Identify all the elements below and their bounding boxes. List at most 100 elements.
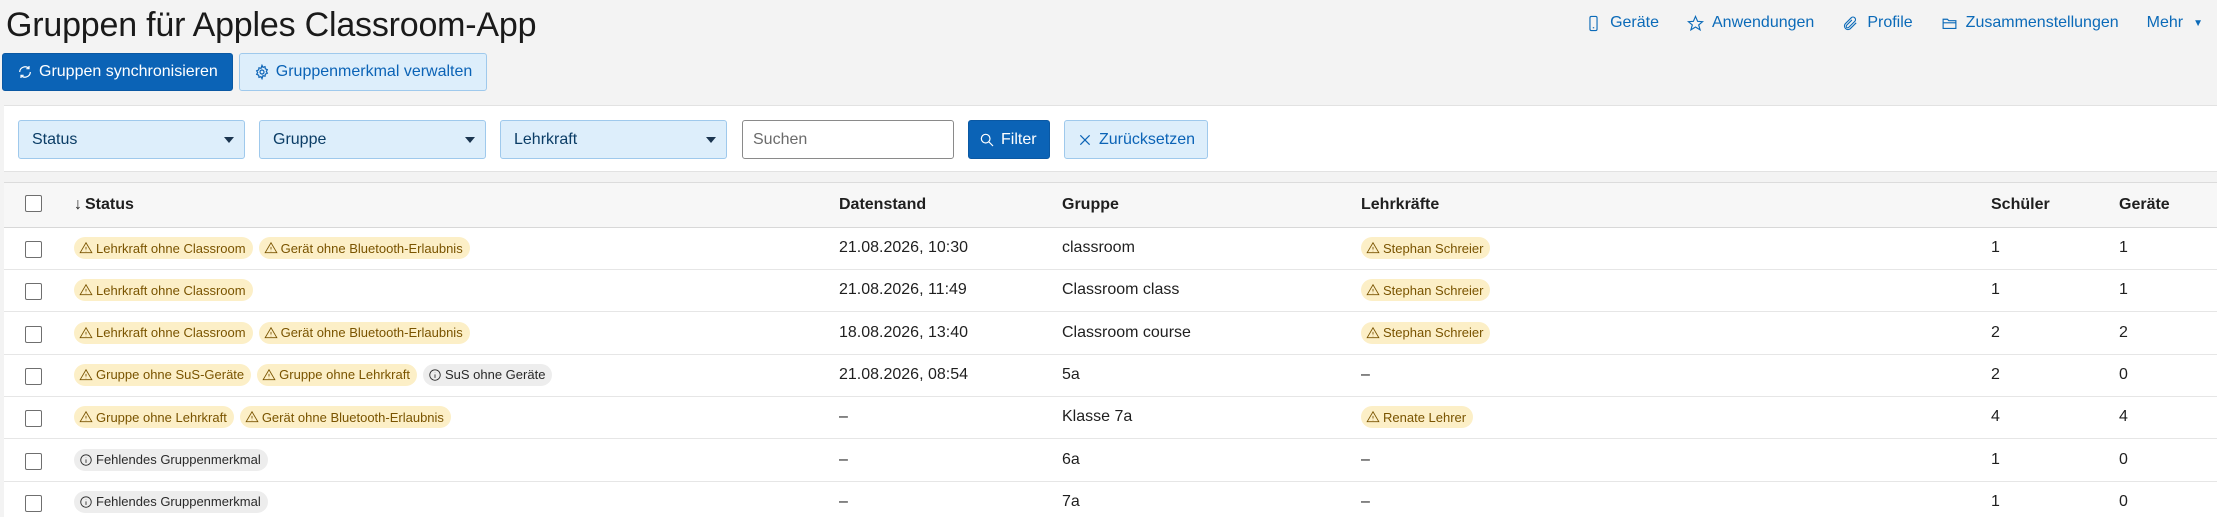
manage-group-attribute-label: Gruppenmerkmal verwalten <box>275 63 473 80</box>
page-title: Gruppen für Apples Classroom-App <box>6 6 537 44</box>
status-badge: Lehrkraft ohne Classroom <box>74 237 253 259</box>
warning-icon <box>1366 326 1380 340</box>
status-badges: Fehlendes Gruppenmerkmal <box>74 490 268 513</box>
teacher-select[interactable]: Lehrkraft <box>500 120 727 159</box>
phone-icon <box>1589 15 1598 31</box>
nav-devices[interactable]: Geräte <box>1585 14 1659 32</box>
star-icon <box>1687 14 1704 31</box>
warning-icon <box>79 368 93 382</box>
table-row[interactable]: Fehlendes Gruppenmerkmal – 7a – 1 0 <box>4 482 2217 517</box>
status-badge-text: Gerät ohne Bluetooth-Erlaubnis <box>261 409 444 425</box>
schueler-cell: 1 <box>1991 492 2000 510</box>
row-checkbox[interactable] <box>25 283 42 301</box>
action-bar: Gruppen synchronisieren Gruppenmerkmal v… <box>2 53 488 91</box>
geraete-cell: 0 <box>2119 365 2128 383</box>
nav-apps-label: Anwendungen <box>1712 14 1815 31</box>
status-badge: Gruppe ohne Lehrkraft <box>74 406 234 429</box>
geraete-cell: 0 <box>2119 492 2128 510</box>
row-checkbox[interactable] <box>25 494 42 512</box>
reset-button[interactable]: Zurücksetzen <box>1064 120 1208 159</box>
nav-compositions-label: Zusammenstellungen <box>1965 14 2119 31</box>
geraete-cell: 0 <box>2119 450 2128 468</box>
nav-apps[interactable]: Anwendungen <box>1687 14 1814 32</box>
nav-compositions[interactable]: Zusammenstellungen <box>1941 14 2119 32</box>
sort-arrow-down-icon: ↓ <box>74 196 82 213</box>
table-row[interactable]: Gruppe ohne Lehrkraft Gerät ohne Bluetoot… <box>4 397 2217 440</box>
status-badge-text: Gruppe ohne Lehrkraft <box>96 409 227 425</box>
status-select[interactable]: Status <box>18 120 245 159</box>
caret-down-icon <box>706 137 716 143</box>
filter-bar: Status Gruppe Lehrkraft Filter Zurückset… <box>4 105 2217 172</box>
teacher-name: Stephan Schreier <box>1383 325 1484 341</box>
info-icon <box>79 453 93 467</box>
teacher-badge: Stephan Schreier <box>1361 321 1491 344</box>
row-checkbox[interactable] <box>25 241 42 258</box>
column-header-lehrkraefte[interactable]: Lehrkräfte <box>1361 196 1439 214</box>
nav-more-dropdown[interactable]: Mehr ▼ <box>2147 14 2203 32</box>
table-row[interactable]: Gruppe ohne SuS-Geräte Gruppe ohne Lehrkr… <box>4 355 2217 397</box>
status-badge: Gerät ohne Bluetooth-Erlaubnis <box>258 321 470 344</box>
group-select-value: Gruppe <box>273 130 327 148</box>
teacher-badge: Stephan Schreier <box>1361 279 1491 302</box>
status-badges: Gruppe ohne SuS-Geräte Gruppe ohne Lehrkr… <box>74 363 553 386</box>
status-badge-text: Gerät ohne Bluetooth-Erlaubnis <box>280 240 463 256</box>
table-row[interactable]: Fehlendes Gruppenmerkmal – 6a – 1 0 <box>4 440 2217 482</box>
close-icon <box>1079 134 1091 145</box>
status-badge-text: Gerät ohne Bluetooth-Erlaubnis <box>280 325 463 341</box>
row-checkbox[interactable] <box>25 325 42 343</box>
status-badge-text: Fehlendes Gruppenmerkmal <box>96 452 261 467</box>
teacher-cell: Stephan Schreier <box>1361 321 1491 344</box>
column-header-gruppe[interactable]: Gruppe <box>1062 196 1119 214</box>
teacher-cell: Renate Lehrer <box>1361 406 1474 429</box>
nav-more-label: Mehr <box>2146 14 2184 31</box>
search-input[interactable] <box>742 120 954 159</box>
folder-icon <box>1942 18 1957 29</box>
schueler-cell: 1 <box>1991 281 2000 299</box>
top-navigation: Geräte Anwendungen Profile Zusammenstell… <box>1585 14 2203 32</box>
table-row[interactable]: Lehrkraft ohne Classroom 21.08.2026, 11:4… <box>4 270 2217 313</box>
filter-button[interactable]: Filter <box>968 120 1050 159</box>
info-icon <box>428 368 442 382</box>
manage-group-attribute-button[interactable]: Gruppenmerkmal verwalten <box>238 53 488 91</box>
status-badge-text: Gruppe ohne Lehrkraft <box>279 367 410 383</box>
warning-icon <box>79 326 93 340</box>
column-header-datenstand[interactable]: Datenstand <box>839 196 926 214</box>
geraete-cell: 1 <box>2119 239 2128 256</box>
geraete-cell: 1 <box>2119 281 2128 299</box>
status-badges: Lehrkraft ohne Classroom Gerät ohne Bluet… <box>74 321 470 344</box>
column-header-geraete[interactable]: Geräte <box>2119 196 2170 214</box>
table-header: ↓ Status Datenstand Gruppe Lehrkräfte Sch… <box>4 183 2217 228</box>
sync-groups-button[interactable]: Gruppen synchronisieren <box>2 53 233 91</box>
datenstand-cell: 21.08.2026, 11:49 <box>839 281 967 299</box>
geraete-cell: 2 <box>2119 323 2128 341</box>
group-select[interactable]: Gruppe <box>259 120 486 159</box>
status-badges: Gruppe ohne Lehrkraft Gerät ohne Bluetoot… <box>74 406 451 429</box>
row-checkbox[interactable] <box>25 410 42 428</box>
info-icon <box>79 495 93 509</box>
warning-icon <box>79 283 93 297</box>
caret-down-icon: ▼ <box>2193 17 2203 29</box>
reset-button-label: Zurücksetzen <box>1098 130 1195 148</box>
teacher-select-value: Lehrkraft <box>514 130 578 148</box>
column-header-status-label: Status <box>85 196 134 213</box>
teacher-cell: – <box>1361 450 1370 468</box>
table-row[interactable]: Lehrkraft ohne Classroom Gerät ohne Bluet… <box>4 228 2217 270</box>
select-all-checkbox[interactable] <box>25 195 42 212</box>
schueler-cell: 4 <box>1991 408 2000 426</box>
status-badge: Gerät ohne Bluetooth-Erlaubnis <box>239 406 451 429</box>
row-checkbox[interactable] <box>25 452 42 470</box>
warning-icon <box>1366 283 1380 297</box>
datenstand-cell: 18.08.2026, 13:40 <box>839 323 969 341</box>
filter-button-label: Filter <box>1001 130 1037 148</box>
column-header-status[interactable]: ↓ Status <box>74 196 134 214</box>
sync-groups-label: Gruppen synchronisieren <box>39 63 218 80</box>
nav-profiles[interactable]: Profile <box>1842 14 1913 32</box>
warning-icon <box>79 241 93 255</box>
table-row[interactable]: Lehrkraft ohne Classroom Gerät ohne Bluet… <box>4 313 2217 355</box>
refresh-icon <box>19 66 31 78</box>
row-checkbox[interactable] <box>25 367 42 385</box>
status-badges: Lehrkraft ohne Classroom Gerät ohne Bluet… <box>74 237 470 259</box>
status-badges: Lehrkraft ohne Classroom <box>74 279 253 302</box>
paperclip-icon <box>1844 16 1857 30</box>
column-header-schueler[interactable]: Schüler <box>1991 196 2050 214</box>
